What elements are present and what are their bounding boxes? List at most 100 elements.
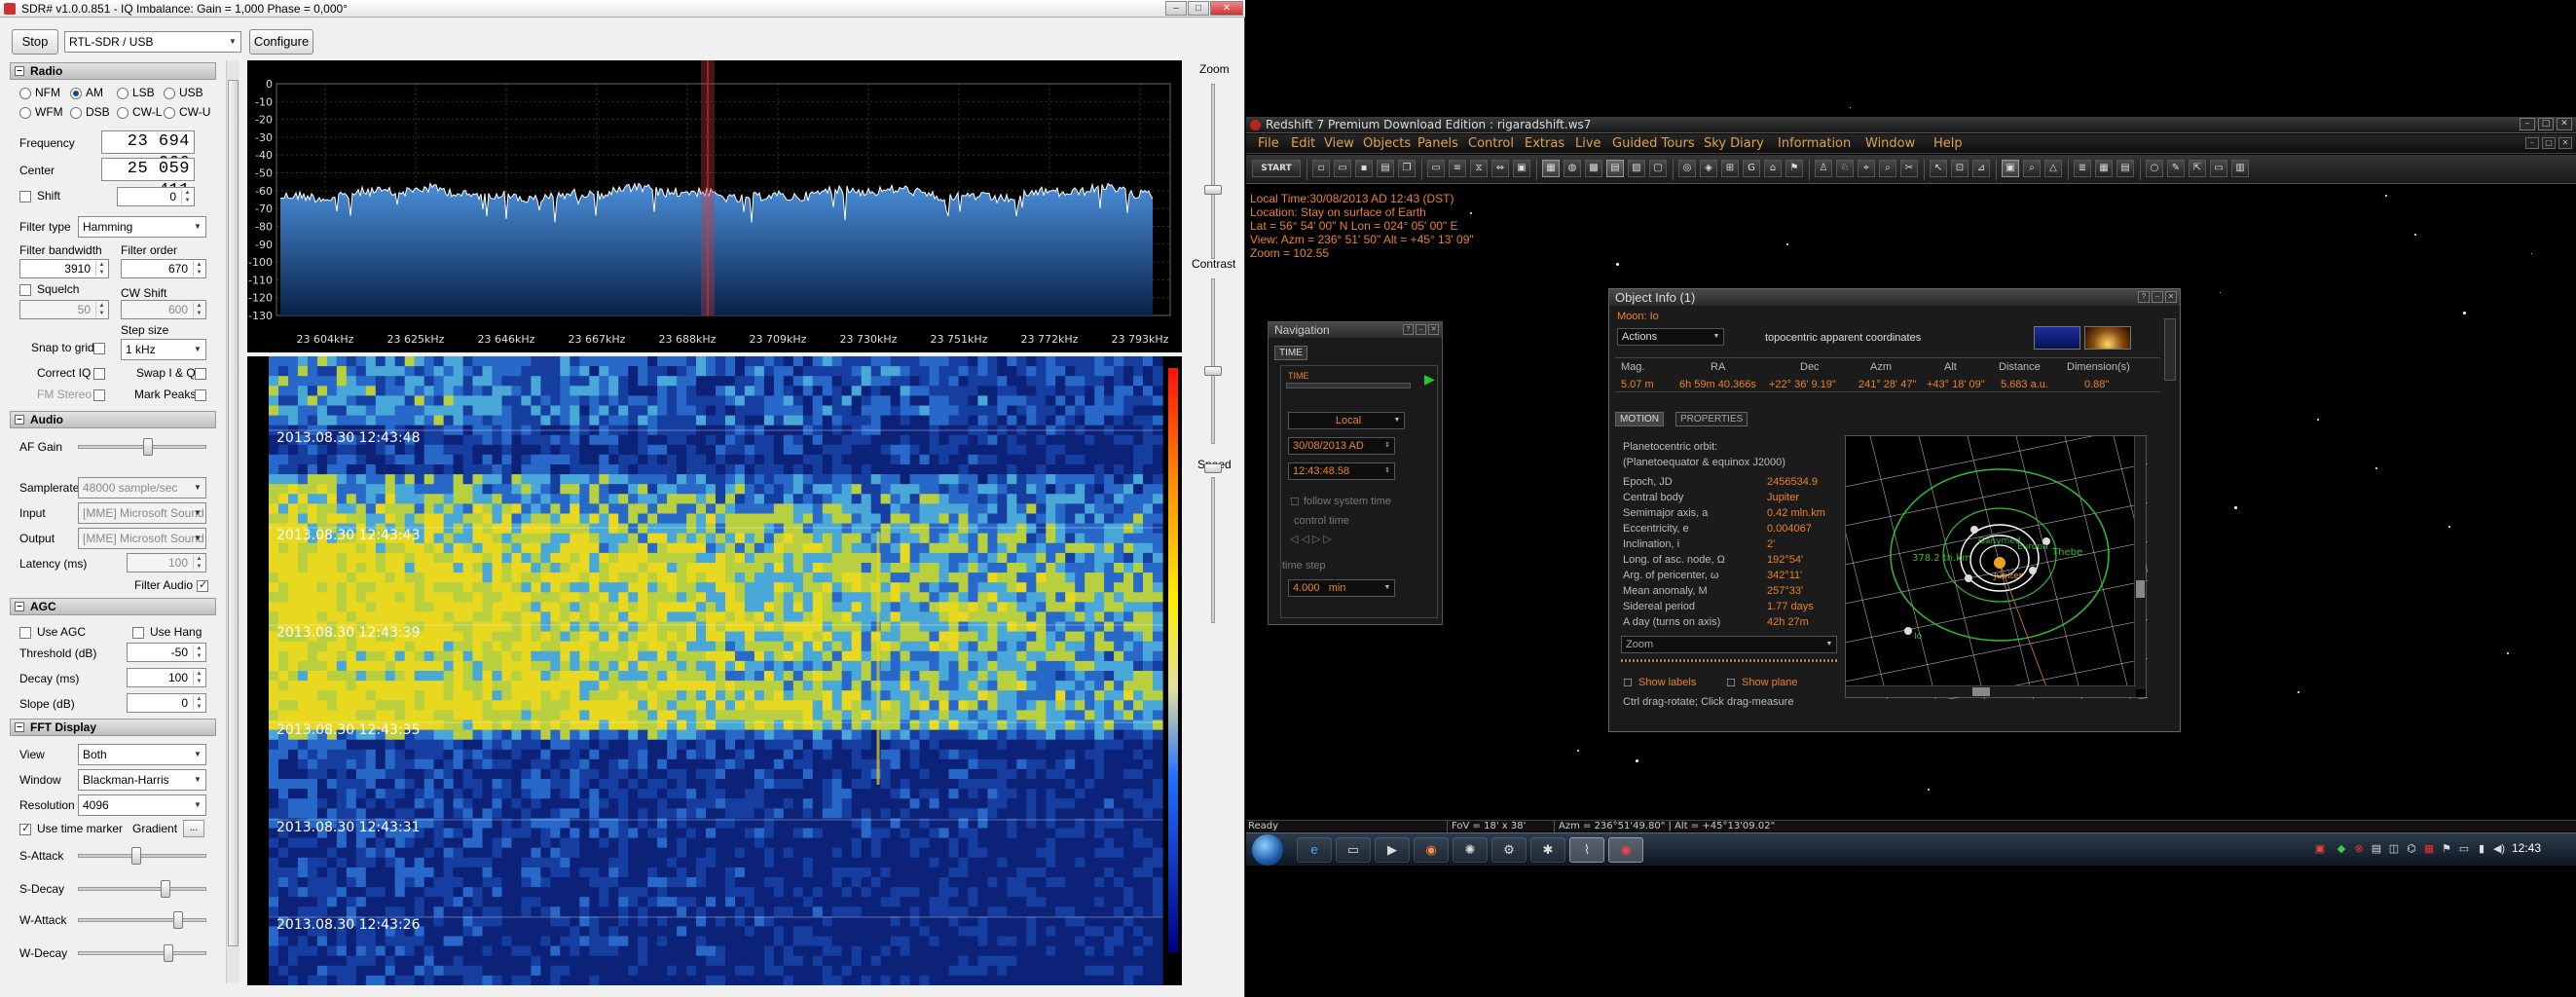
s-attack-slider[interactable]	[78, 854, 206, 858]
use-hang-checkbox[interactable]	[132, 627, 144, 639]
spin-icon[interactable]: ▲ ▼	[193, 645, 204, 660]
mode-radio-cwl[interactable]	[117, 107, 129, 119]
device-select[interactable]: RTL-SDR / USB ▼	[64, 31, 241, 53]
waterfall-cell	[1094, 837, 1105, 849]
squelch-input[interactable]: 50 ▲ ▼	[19, 300, 109, 319]
time-marker-checkbox[interactable]	[19, 822, 31, 835]
panel-scrollbar-thumb[interactable]	[228, 80, 239, 946]
waterfall-cell	[744, 641, 755, 652]
spin-icon[interactable]: ▲ ▼	[181, 189, 193, 204]
output-device-select[interactable]: [MME] Microsoft Sound ▼	[78, 528, 206, 549]
waterfall-cell	[462, 720, 474, 731]
window-select[interactable]: Blackman-Harris ▼	[78, 769, 206, 791]
waterfall-cell	[938, 758, 950, 770]
waterfall-cell	[531, 464, 541, 475]
waterfall-cell	[1016, 602, 1027, 612]
mode-radio-dsb[interactable]	[70, 107, 82, 119]
view-select[interactable]: Both ▼	[78, 744, 206, 765]
swap-iq-checkbox[interactable]	[195, 368, 206, 380]
w-attack-thumb[interactable]	[172, 911, 183, 929]
use-agc-checkbox[interactable]	[19, 627, 31, 639]
audio-section-header[interactable]: – Audio	[10, 411, 216, 428]
waterfall-display[interactable]: 2013.08.30 12:43:48 2013.08.30 12:43:43 20…	[247, 356, 1182, 986]
waterfall-cell	[511, 779, 523, 790]
fm-stereo-checkbox[interactable]	[93, 389, 105, 401]
w-decay-slider[interactable]	[78, 951, 206, 955]
configure-button[interactable]: Configure	[249, 29, 313, 55]
snap-checkbox[interactable]	[93, 343, 105, 354]
resolution-select[interactable]: 4096 ▼	[78, 794, 206, 816]
mode-radio-wfm[interactable]	[19, 107, 31, 119]
filter-order-input[interactable]: 670 ▲ ▼	[121, 259, 206, 278]
filter-bandwidth-input[interactable]: 3910 ▲ ▼	[19, 259, 109, 278]
waterfall-cell	[1114, 749, 1124, 760]
w-decay-thumb[interactable]	[163, 944, 173, 962]
samplerate-select[interactable]: 48000 sample/sec ▼	[78, 477, 206, 498]
waterfall-cell	[560, 474, 570, 485]
slope-input[interactable]: 0 ▲ ▼	[127, 693, 206, 713]
shift-input[interactable]: 0 ▲ ▼	[117, 187, 195, 206]
af-gain-thumb[interactable]	[143, 438, 154, 456]
correct-iq-checkbox[interactable]	[93, 368, 105, 380]
waterfall-cell	[812, 415, 824, 426]
mode-radio-am[interactable]	[70, 88, 82, 99]
collapse-icon[interactable]: –	[15, 415, 24, 425]
s-attack-thumb[interactable]	[130, 847, 141, 865]
minimize-icon[interactable]: –	[1165, 1, 1187, 16]
af-gain-slider[interactable]	[78, 445, 206, 449]
center-input[interactable]: 25 059 411	[101, 158, 195, 200]
panel-scrollbar[interactable]	[226, 60, 239, 983]
fft-section-header[interactable]: – FFT Display	[10, 719, 216, 736]
spin-icon[interactable]: ▲ ▼	[95, 302, 107, 317]
waterfall-cell	[831, 700, 843, 711]
waterfall-cell	[492, 434, 503, 446]
spin-icon[interactable]: ▲ ▼	[193, 695, 204, 711]
waterfall-cell	[375, 808, 386, 819]
filter-audio-checkbox[interactable]	[197, 578, 208, 592]
spin-icon[interactable]: ▲ ▼	[193, 302, 204, 317]
close-icon[interactable]: ✕	[1210, 1, 1243, 16]
waterfall-cell	[647, 828, 658, 839]
maximize-icon[interactable]: □	[1188, 1, 1209, 16]
frequency-input[interactable]: 23 694 066	[101, 130, 195, 172]
waterfall-cell	[501, 582, 513, 593]
collapse-icon[interactable]: –	[15, 66, 24, 76]
radio-section-header[interactable]: – Radio	[10, 62, 216, 80]
input-device-select[interactable]: [MME] Microsoft Sound ▼	[78, 502, 206, 524]
waterfall-cell	[521, 395, 532, 407]
filter-type-select[interactable]: Hamming ▼	[78, 216, 206, 238]
waterfall-cell	[1036, 837, 1047, 849]
mark-peaks-checkbox[interactable]	[195, 389, 206, 401]
waterfall-cell	[1094, 434, 1105, 446]
squelch-checkbox[interactable]	[19, 284, 31, 296]
spin-icon[interactable]: ▲ ▼	[95, 261, 107, 277]
cw-shift-input[interactable]: 600 ▲ ▼	[121, 300, 206, 319]
waterfall-cell	[269, 641, 279, 652]
waterfall-cell	[783, 415, 794, 426]
latency-input[interactable]: 100 ▲ ▼	[127, 553, 206, 572]
mode-radio-cwu[interactable]	[164, 107, 175, 119]
step-size-select[interactable]: 1 kHz ▼	[121, 339, 206, 360]
collapse-icon[interactable]: –	[15, 602, 24, 611]
threshold-input[interactable]: -50 ▲ ▼	[127, 643, 206, 662]
spin-icon[interactable]: ▲ ▼	[193, 555, 204, 571]
w-attack-slider[interactable]	[78, 918, 206, 922]
spectrum-display[interactable]: 0 -10 -20 -30 -40 -50 -60 -70 -80 -90 -100 -110 -120…	[247, 60, 1182, 352]
mode-radio-usb[interactable]	[164, 88, 175, 99]
gradient-button[interactable]: ...	[183, 820, 204, 837]
shift-checkbox[interactable]	[19, 191, 31, 203]
waterfall-cell	[647, 641, 658, 652]
waterfall-cell	[909, 847, 921, 859]
collapse-icon[interactable]: –	[15, 722, 24, 732]
s-decay-slider[interactable]	[78, 887, 206, 891]
decay-input[interactable]: 100 ▲ ▼	[127, 668, 206, 687]
stop-button[interactable]: Stop	[12, 29, 58, 55]
s-decay-thumb[interactable]	[161, 880, 171, 898]
mode-radio-nfm[interactable]	[19, 88, 31, 99]
waterfall-cell	[812, 631, 824, 643]
spin-icon[interactable]: ▲ ▼	[193, 261, 204, 277]
w-decay-label: W-Decay	[19, 946, 68, 960]
agc-section-header[interactable]: – AGC	[10, 598, 216, 615]
spin-icon[interactable]: ▲ ▼	[193, 670, 204, 685]
mode-radio-lsb[interactable]	[117, 88, 129, 99]
